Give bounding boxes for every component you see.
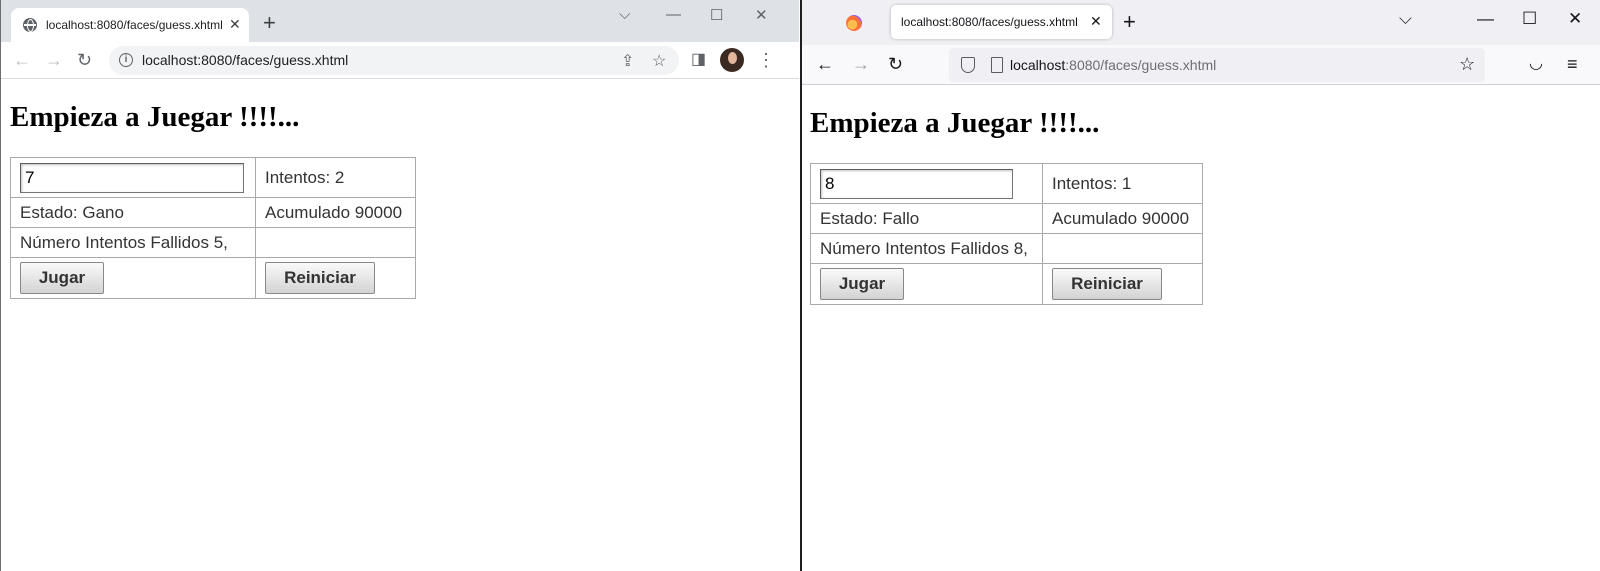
url-path: :8080/faces/guess.xhtml (1065, 57, 1217, 73)
share-icon[interactable]: ⇪ (621, 51, 634, 71)
fallidos-label: Número Intentos Fallidos 8, (810, 233, 1043, 264)
back-icon[interactable]: ← (13, 50, 31, 70)
reload-icon[interactable]: ↻ (888, 54, 903, 74)
address-url[interactable]: localhost:8080/faces/guess.xhtml (1010, 57, 1216, 73)
close-icon[interactable]: ✕ (1090, 13, 1102, 30)
page-icon[interactable] (991, 57, 1003, 73)
chrome-toolbar: ← → ↻ i localhost:8080/faces/guess.xhtml… (1, 42, 799, 79)
chrome-tab[interactable]: localhost:8080/faces/guess.xhtml ✕ (11, 8, 249, 42)
game-table: Intentos: 1 Estado: Fallo Acumulado 9000… (810, 163, 1203, 305)
page-title: Empieza a Juegar !!!!... (10, 101, 300, 133)
close-icon[interactable]: ✕ (229, 16, 241, 33)
shield-icon[interactable] (961, 57, 975, 73)
side-panel-icon[interactable]: ◨ (691, 50, 706, 70)
info-icon[interactable]: i (119, 53, 133, 67)
table-row: Estado: Fallo Acumulado 90000 (810, 203, 1203, 234)
firefox-logo-icon[interactable] (846, 15, 862, 31)
estado-label: Estado: Fallo (810, 203, 1043, 234)
intentos-label: Intentos: 1 (1042, 163, 1203, 204)
empty-cell (255, 227, 416, 258)
table-row: Número Intentos Fallidos 5, (10, 227, 416, 258)
globe-icon (23, 18, 37, 32)
table-cell: Reiniciar (255, 257, 416, 299)
intentos-label: Intentos: 2 (255, 157, 416, 198)
firefox-tab[interactable]: localhost:8080/faces/guess.xhtml ✕ (891, 5, 1112, 39)
reiniciar-button[interactable]: Reiniciar (1052, 268, 1162, 300)
chrome-page: Empieza a Juegar !!!!... Intentos: 2 Est… (1, 80, 799, 571)
maximize-icon[interactable]: ☐ (710, 6, 723, 24)
firefox-toolbar: ← → ↻ localhost:8080/faces/guess.xhtml ☆… (802, 45, 1600, 85)
close-window-icon[interactable]: ✕ (1568, 9, 1582, 29)
chevron-down-icon[interactable]: ⌵ (1399, 9, 1412, 29)
star-icon[interactable]: ☆ (652, 51, 666, 71)
acumulado-label: Acumulado 90000 (255, 197, 416, 228)
table-row: Estado: Gano Acumulado 90000 (10, 197, 416, 228)
acumulado-label: Acumulado 90000 (1042, 203, 1203, 234)
estado-label: Estado: Gano (10, 197, 256, 228)
jugar-button[interactable]: Jugar (20, 262, 104, 294)
minimize-icon[interactable]: — (666, 6, 681, 23)
table-row: Número Intentos Fallidos 8, (810, 233, 1203, 264)
star-icon[interactable]: ☆ (1459, 54, 1475, 75)
firefox-page: Empieza a Juegar !!!!... Intentos: 1 Est… (802, 86, 1600, 571)
minimize-icon[interactable]: — (1477, 9, 1494, 29)
back-icon[interactable]: ← (816, 54, 834, 74)
address-url[interactable]: localhost:8080/faces/guess.xhtml (142, 52, 348, 68)
tab-title: localhost:8080/faces/guess.xhtml (901, 15, 1078, 29)
address-bar[interactable]: localhost:8080/faces/guess.xhtml ☆ (949, 48, 1485, 82)
empty-cell (1042, 233, 1203, 264)
table-cell (10, 157, 256, 198)
page-title: Empieza a Juegar !!!!... (810, 107, 1100, 139)
jugar-button[interactable]: Jugar (820, 268, 904, 300)
number-input[interactable] (820, 168, 1013, 199)
close-window-icon[interactable]: ✕ (755, 6, 768, 24)
avatar[interactable] (720, 48, 744, 72)
firefox-tabstrip: localhost:8080/faces/guess.xhtml ✕ + ⌵ —… (802, 0, 1600, 45)
table-row: Intentos: 1 (810, 163, 1203, 204)
forward-icon[interactable]: → (852, 54, 870, 74)
pocket-icon[interactable]: ◡ (1529, 54, 1543, 74)
chrome-tabstrip: localhost:8080/faces/guess.xhtml ✕ + ⌵ —… (1, 0, 799, 42)
url-host: localhost (1010, 57, 1066, 73)
number-input[interactable] (20, 162, 244, 193)
reiniciar-button[interactable]: Reiniciar (265, 262, 375, 294)
new-tab-icon[interactable]: + (263, 12, 276, 34)
table-row: Jugar Reiniciar (810, 263, 1203, 305)
address-bar[interactable]: i localhost:8080/faces/guess.xhtml ⇪ ☆ (109, 46, 679, 75)
maximize-icon[interactable]: ☐ (1522, 9, 1537, 29)
fallidos-label: Número Intentos Fallidos 5, (10, 227, 256, 258)
table-cell: Jugar (10, 257, 256, 299)
chrome-window: localhost:8080/faces/guess.xhtml ✕ + ⌵ —… (0, 0, 799, 571)
tab-title: localhost:8080/faces/guess.xhtml (46, 18, 223, 32)
table-cell: Jugar (810, 263, 1043, 305)
table-cell (810, 163, 1043, 204)
game-table: Intentos: 2 Estado: Gano Acumulado 90000… (10, 157, 416, 299)
menu-icon[interactable]: ⋮ (757, 50, 775, 70)
new-tab-icon[interactable]: + (1123, 11, 1136, 33)
firefox-window: localhost:8080/faces/guess.xhtml ✕ + ⌵ —… (800, 0, 1600, 571)
table-row: Jugar Reiniciar (10, 257, 416, 299)
chevron-down-icon[interactable]: ⌵ (619, 6, 630, 23)
menu-icon[interactable]: ≡ (1567, 54, 1578, 74)
forward-icon[interactable]: → (45, 50, 63, 70)
table-row: Intentos: 2 (10, 157, 416, 198)
reload-icon[interactable]: ↻ (77, 50, 92, 70)
table-cell: Reiniciar (1042, 263, 1203, 305)
